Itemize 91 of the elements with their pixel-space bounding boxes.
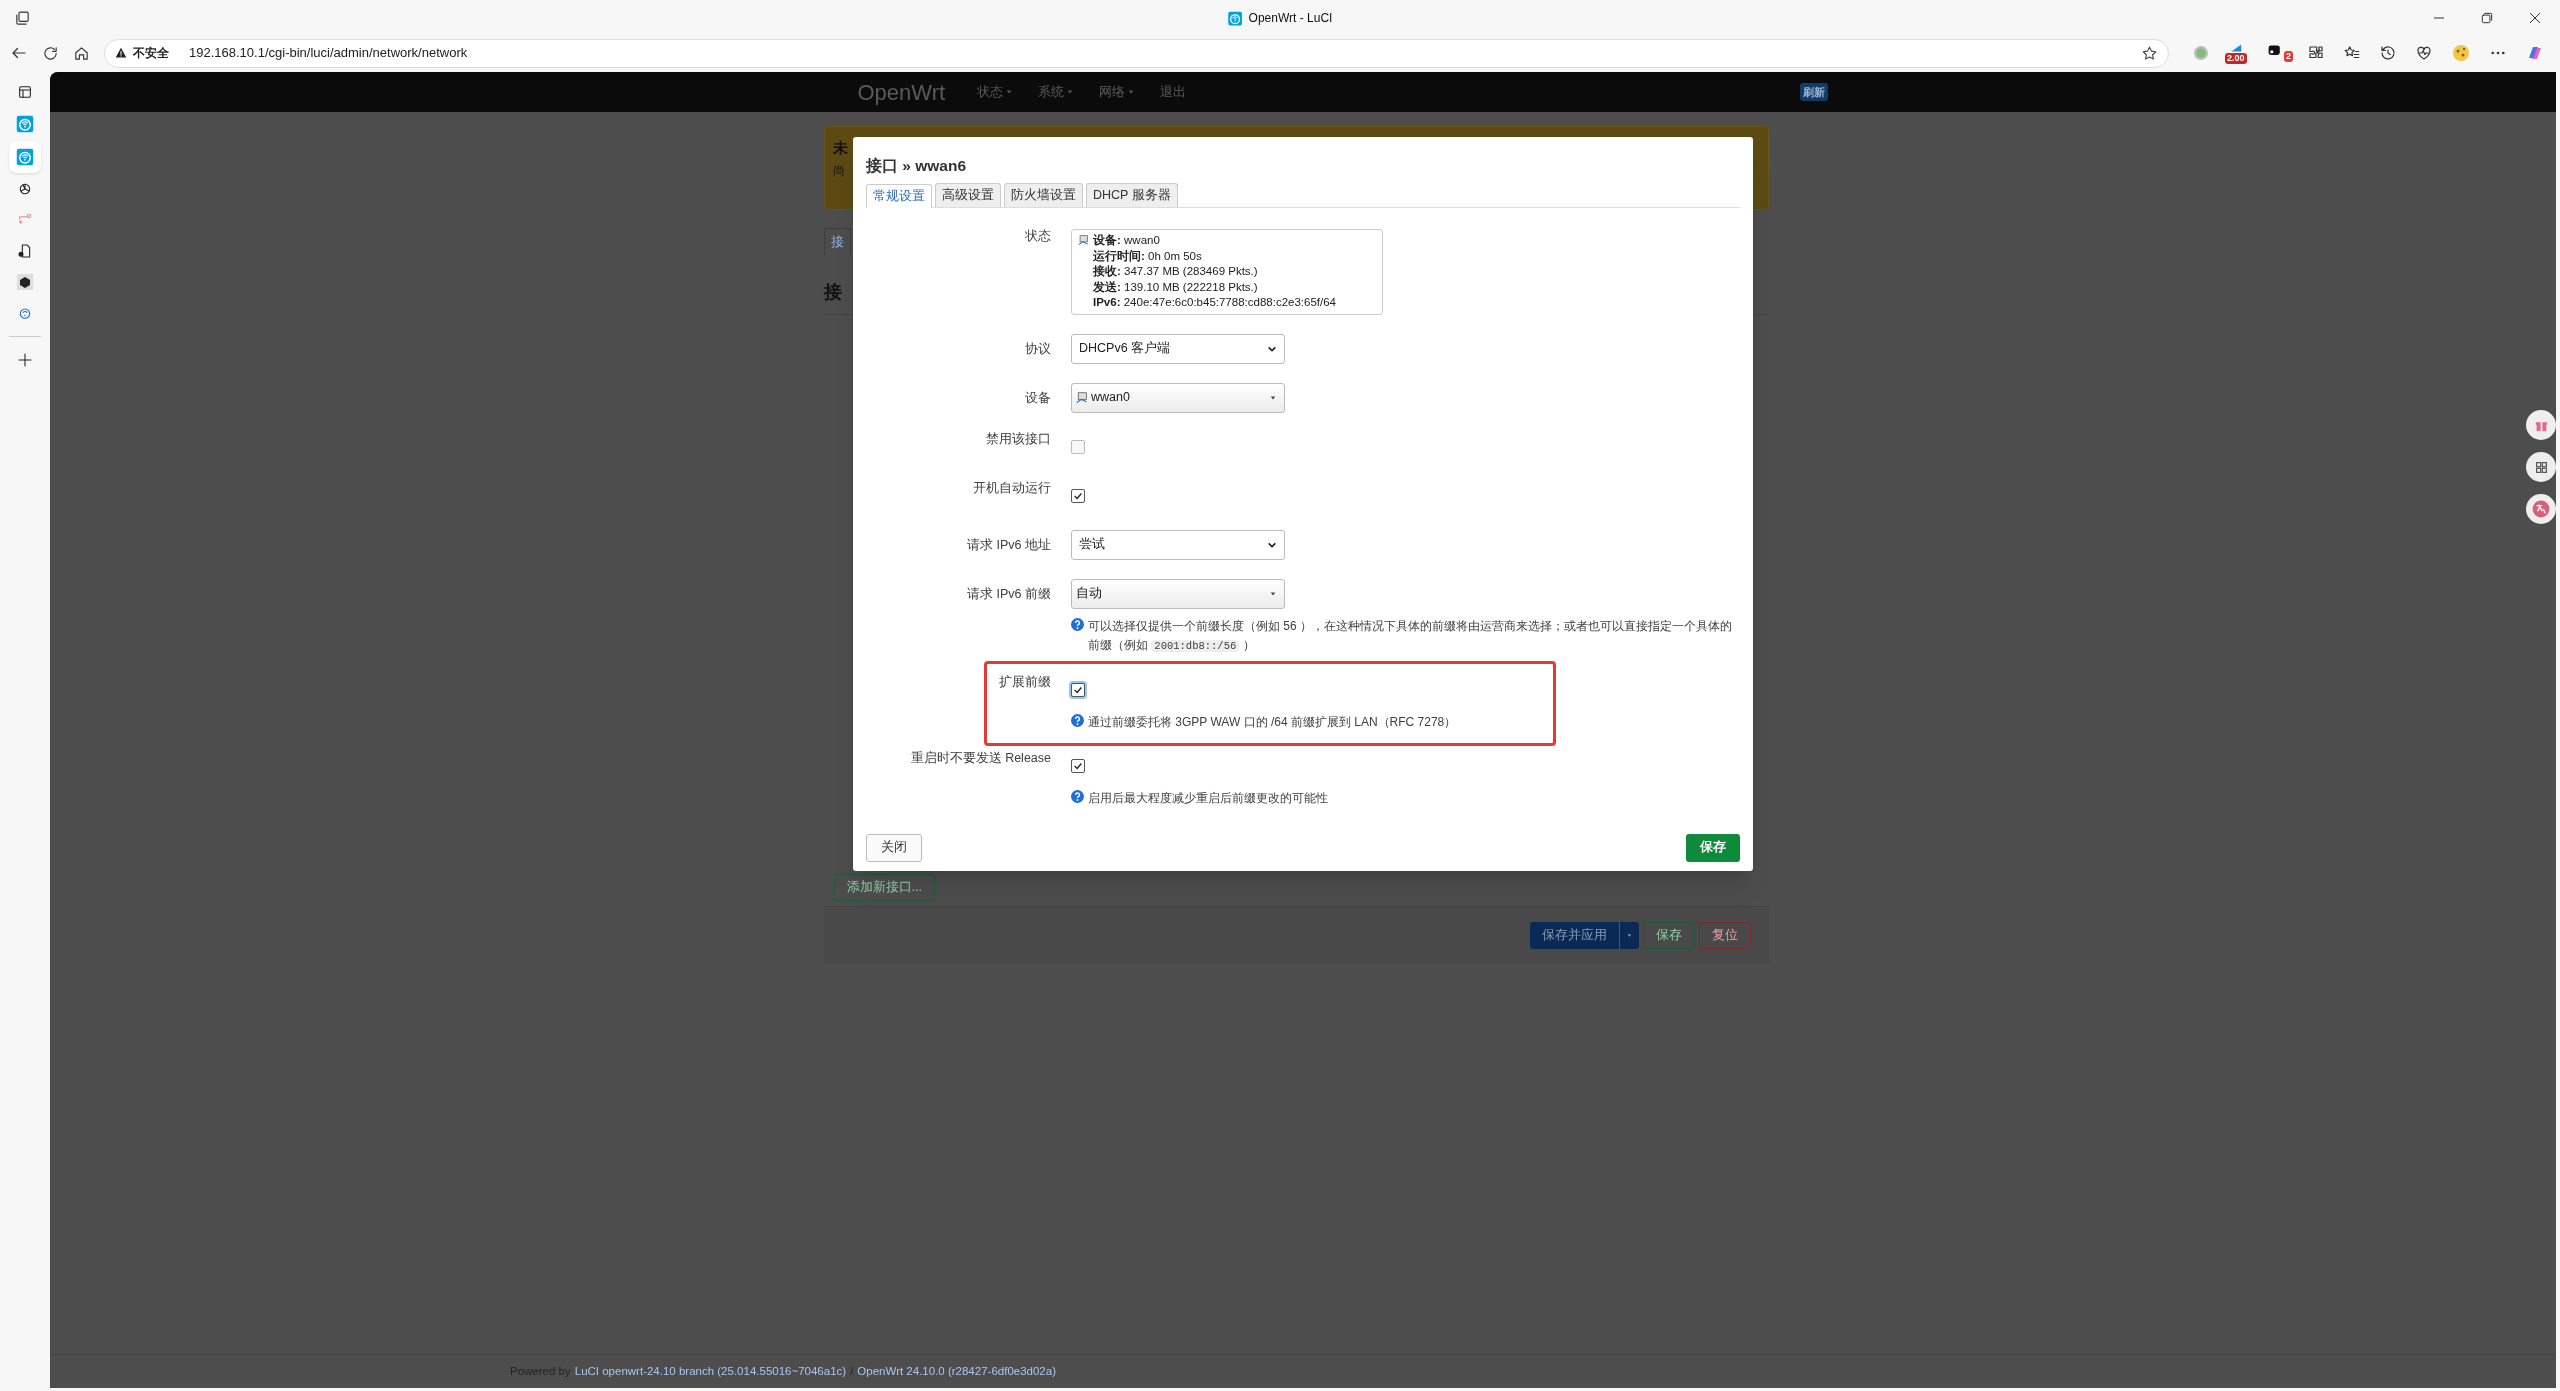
- reload-icon[interactable]: [42, 44, 59, 62]
- help-icon: [1071, 617, 1084, 631]
- alert-text: 尚: [832, 162, 845, 180]
- dialog-title: 接口 » wwan6: [866, 157, 968, 175]
- floating-translate-button[interactable]: [2526, 494, 2556, 524]
- select-field[interactable]: DHCPv6 客户端: [1071, 333, 1285, 364]
- caret-icon: [1270, 590, 1276, 597]
- footer-link[interactable]: OpenWrt 24.10.0 (r28427-6df0e3d02a): [857, 1362, 1056, 1381]
- field-label: 扩展前缀: [998, 673, 1051, 691]
- extension-dot-icon[interactable]: [2193, 45, 2209, 61]
- alert-title: 未: [832, 138, 848, 158]
- footer-separator: /: [850, 1363, 854, 1379]
- restore-icon[interactable]: [2480, 11, 2494, 25]
- sidebar-active-tile[interactable]: [9, 141, 41, 173]
- star-icon[interactable]: [2141, 44, 2158, 62]
- save-apply-button[interactable]: 保存并应用: [1529, 921, 1639, 949]
- status-line: IPv6: 240e:47e:6c0:b45:7788:cd88:c2e3:65f/64: [1093, 295, 1336, 310]
- section-heading: 接: [823, 280, 842, 304]
- address-bar[interactable]: 不安全 192.168.10.1/cgi-bin/luci/admin/network/network: [104, 38, 2169, 68]
- dropdown-field[interactable]: wwan0: [1071, 382, 1285, 413]
- help-text: 通过前缀委托将 3GPP WAW 口的 /64 前缀扩展到 LAN（RFC 7278）: [1088, 713, 1457, 731]
- cookie-icon[interactable]: [2451, 43, 2471, 63]
- help-icon: [1071, 789, 1084, 803]
- status-line: 接收: 347.37 MB (283469 Pkts.): [1093, 264, 1259, 279]
- checkbox[interactable]: [1071, 439, 1085, 454]
- checkbox[interactable]: [1071, 488, 1085, 503]
- floating-grid-button[interactable]: [2526, 452, 2556, 482]
- grid-icon: [2534, 460, 2548, 474]
- check-icon: [1073, 490, 1083, 501]
- wifi-circle-icon[interactable]: [17, 305, 33, 321]
- cube-icon[interactable]: [17, 274, 33, 290]
- tab[interactable]: 接: [823, 228, 851, 255]
- add-icon[interactable]: [17, 352, 33, 368]
- field-label: 请求 IPv6 地址: [966, 536, 1051, 554]
- nav-menu-item[interactable]: 系统: [1038, 82, 1074, 102]
- close-icon[interactable]: [2528, 11, 2542, 25]
- brand-logo[interactable]: OpenWrt: [857, 75, 946, 109]
- code-snippet: 2001:db8::/56: [1151, 639, 1240, 652]
- history-icon[interactable]: [2379, 44, 2397, 62]
- wifi-logo-icon[interactable]: [16, 115, 34, 133]
- help-text: 可以选择仅提供一个前缀长度（例如 56 ），在这种情况下具体的前缀将由运营商来选择；或者也可以直接指定一个具体的前缀（例如 2001:db8::/56 ）: [1088, 617, 1733, 654]
- tab-actions-icon[interactable]: [14, 9, 31, 27]
- nav-menu-item[interactable]: 退出: [1160, 82, 1187, 102]
- nav-menu-item[interactable]: 网络: [1099, 82, 1135, 102]
- wifi-logo-icon[interactable]: [16, 148, 34, 166]
- field-label: 重启时不要发送 Release: [909, 749, 1051, 767]
- reset-button[interactable]: 复位: [1698, 921, 1751, 949]
- floating-gift-button[interactable]: [2526, 410, 2556, 440]
- add-interface-button[interactable]: 添加新接口...: [833, 873, 935, 901]
- footer-link[interactable]: LuCI openwrt-24.10 branch (25.014.55016~7046a1c): [574, 1362, 847, 1381]
- status-line: 发送: 139.10 MB (222218 Pkts.): [1093, 279, 1259, 295]
- caret-icon: [1067, 89, 1074, 95]
- caret-icon: [1128, 89, 1135, 95]
- check-icon: [1073, 684, 1083, 695]
- select-field[interactable]: 尝试: [1071, 529, 1285, 560]
- url-text[interactable]: 192.168.10.1/cgi-bin/luci/admin/network/network: [189, 43, 468, 63]
- help-icon: [1071, 713, 1084, 727]
- tab-title: OpenWrt - LuCI: [1248, 10, 1333, 27]
- checkbox[interactable]: [1071, 682, 1085, 697]
- check-icon: [1073, 760, 1083, 771]
- security-label[interactable]: 不安全: [133, 44, 169, 62]
- save-button[interactable]: 保存: [1642, 921, 1695, 949]
- tab[interactable]: DHCP 服务器: [1086, 183, 1178, 207]
- tab[interactable]: 高级设置: [935, 183, 1001, 207]
- caret-icon: [1270, 394, 1276, 401]
- status-line: 运行时间: 0h 0m 50s: [1093, 248, 1203, 264]
- field-label: 协议: [1024, 340, 1051, 358]
- field-label: 开机自动运行: [972, 479, 1051, 497]
- network-device-icon: [1078, 235, 1089, 246]
- refresh-badge[interactable]: 刷新: [1799, 82, 1828, 102]
- field-label: 状态: [1024, 228, 1051, 245]
- checkbox[interactable]: [1071, 758, 1085, 773]
- field-label: 禁用该接口: [985, 430, 1051, 448]
- close-button[interactable]: 关闭: [866, 833, 922, 862]
- caret-icon: [1006, 89, 1013, 95]
- status-line: 设备: wwan0: [1093, 233, 1161, 248]
- translate-icon: [2532, 500, 2550, 518]
- field-label: 设备: [1024, 389, 1051, 407]
- home-icon[interactable]: [73, 44, 90, 62]
- tab[interactable]: 常规设置: [866, 184, 932, 208]
- dropdown-field[interactable]: 自动: [1071, 578, 1285, 609]
- heart-pulse-icon[interactable]: [2415, 44, 2433, 62]
- caret-icon: [1626, 932, 1632, 938]
- tab[interactable]: 防火墙设置: [1004, 183, 1083, 207]
- warning-icon: [115, 47, 127, 59]
- wifi-logo-icon[interactable]: [1227, 10, 1243, 26]
- help-text: 启用后最大程度减少重启后前缀更改的可能性: [1088, 789, 1328, 807]
- nav-menu-item[interactable]: 状态: [977, 82, 1013, 102]
- field-label: 请求 IPv6 前缀: [966, 585, 1051, 603]
- sidebar-panel-icon[interactable]: [17, 84, 33, 100]
- save-button[interactable]: 保存: [1686, 833, 1740, 862]
